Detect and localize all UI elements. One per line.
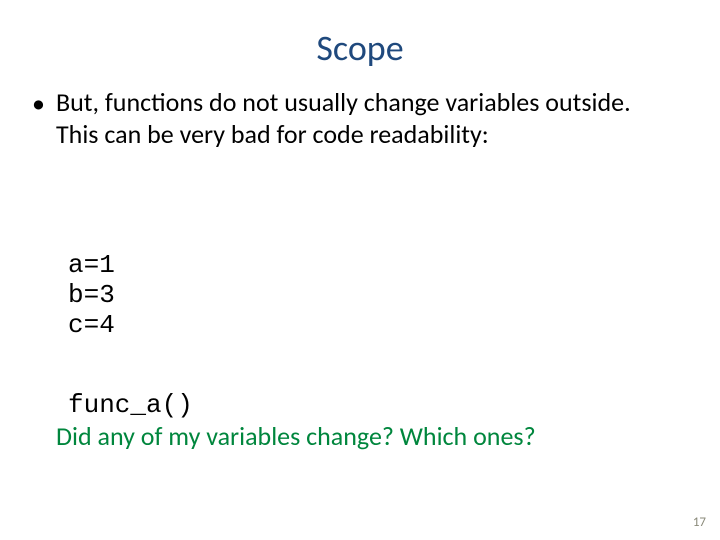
- page-number: 17: [693, 515, 706, 530]
- slide: Scope • But, functions do not usually ch…: [0, 0, 720, 540]
- bullet-text: But, functions do not usually change var…: [56, 86, 672, 150]
- slide-title: Scope: [0, 26, 720, 70]
- code-function-call: func_a(): [68, 390, 193, 420]
- code-assignments: a=1 b=3 c=4: [68, 250, 115, 340]
- question-text: Did any of my variables change? Which on…: [56, 420, 536, 452]
- bullet-marker: •: [32, 86, 56, 120]
- bullet-item: • But, functions do not usually change v…: [32, 86, 672, 150]
